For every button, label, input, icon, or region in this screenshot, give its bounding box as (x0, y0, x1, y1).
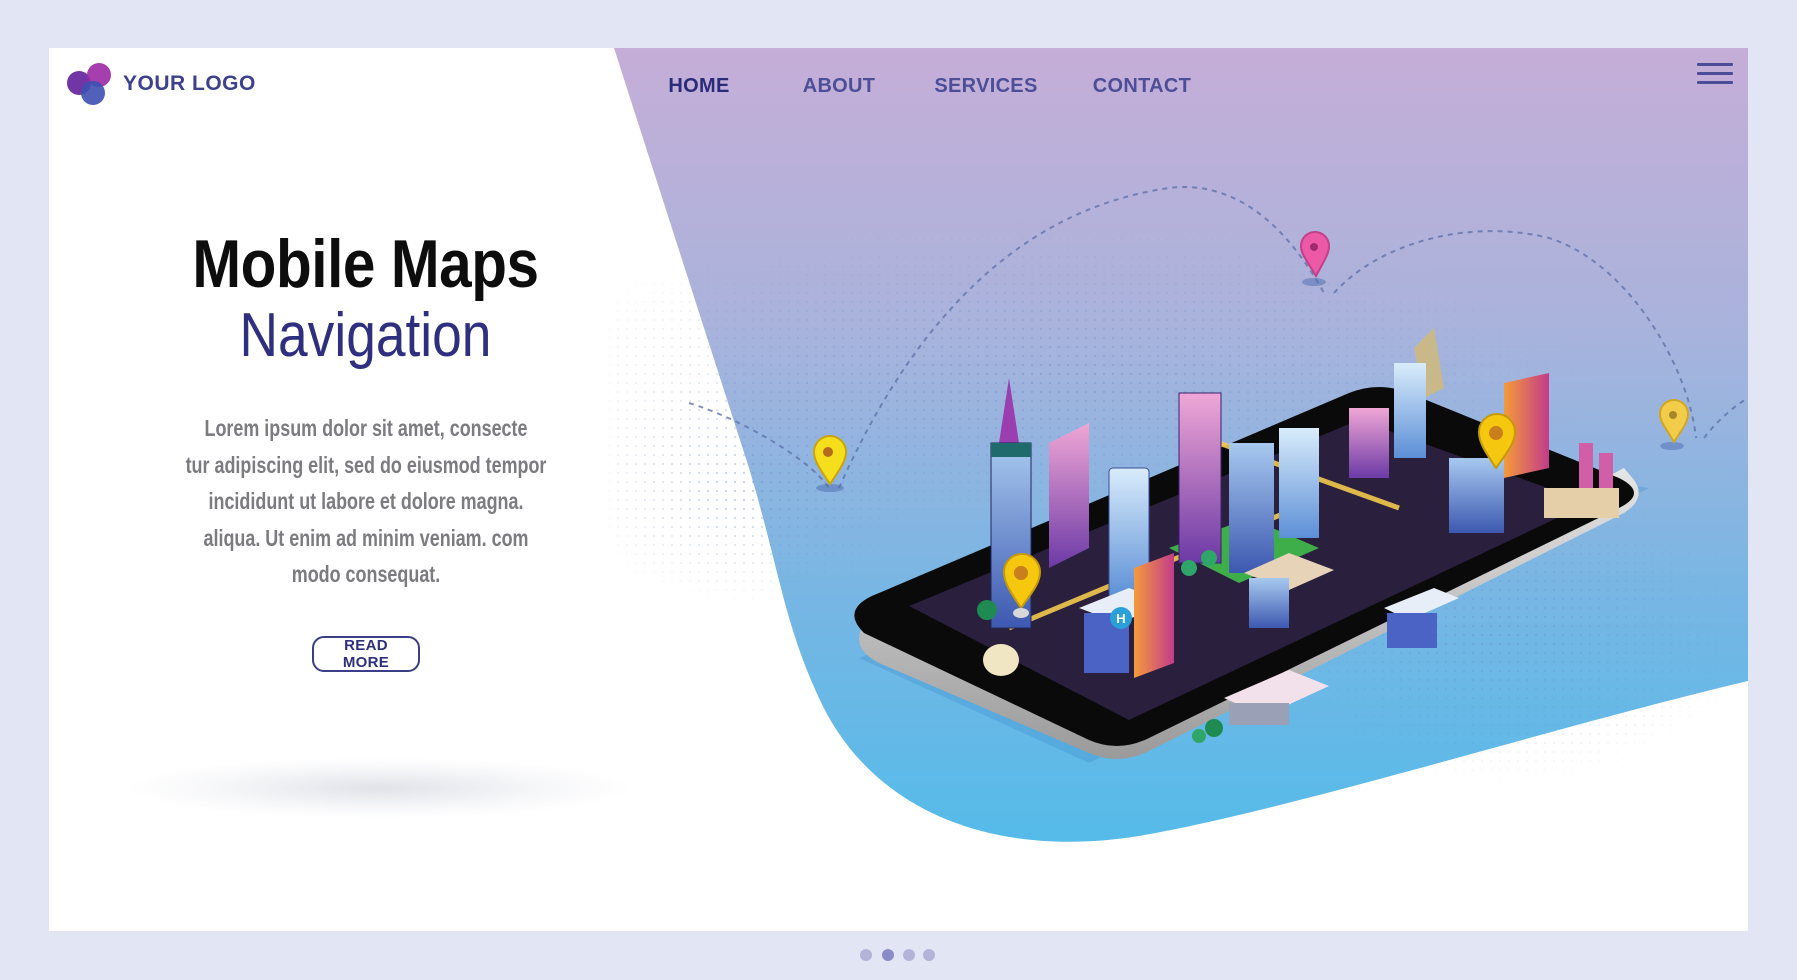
svg-text:H: H (1116, 611, 1125, 626)
yellow-pin-left (812, 435, 848, 492)
pink-pin-top (1299, 231, 1331, 286)
paragraph-line: modo consequat. (291, 561, 441, 587)
read-more-button[interactable]: READ MORE (312, 636, 420, 672)
landing-card: H YOUR LOGO HOME ABOUT SERVICES CONTACT … (49, 48, 1748, 931)
pagination-dot-3[interactable] (903, 949, 915, 961)
hero-title: Mobile Maps (192, 226, 539, 302)
nav-contact[interactable]: CONTACT (1093, 64, 1191, 108)
logo[interactable]: YOUR LOGO (67, 56, 256, 112)
three-circles-logo-icon (67, 61, 113, 107)
pagination-dot-1[interactable] (860, 949, 872, 961)
hero-paragraph: Lorem ipsum dolor sit amet, consecte tur… (148, 410, 585, 593)
hero-text: Mobile Maps Navigation Lorem ipsum dolor… (149, 226, 582, 593)
hero-subtitle: Navigation (239, 301, 492, 370)
pagination-dot-4[interactable] (923, 949, 935, 961)
text-shadow-decoration (129, 758, 629, 818)
paragraph-line: aliqua. Ut enim ad minim veniam. com (203, 524, 529, 551)
nav-services[interactable]: SERVICES (934, 64, 1037, 108)
nav-about[interactable]: ABOUT (803, 64, 876, 108)
pagination-dot-2[interactable] (882, 949, 894, 961)
pagination-dots (0, 949, 1797, 961)
logo-text: YOUR LOGO (123, 72, 256, 95)
paragraph-line: tur adipiscing elit, sed do eiusmod temp… (185, 451, 547, 478)
hamburger-menu-icon[interactable] (1697, 63, 1733, 85)
home-button (983, 644, 1019, 676)
paragraph-line: incididunt ut labore et dolore magna. (208, 488, 524, 514)
yellow-pin-right (1658, 399, 1690, 450)
paragraph-line: Lorem ipsum dolor sit amet, consecte (204, 415, 528, 441)
nav-home[interactable]: HOME (668, 64, 729, 108)
